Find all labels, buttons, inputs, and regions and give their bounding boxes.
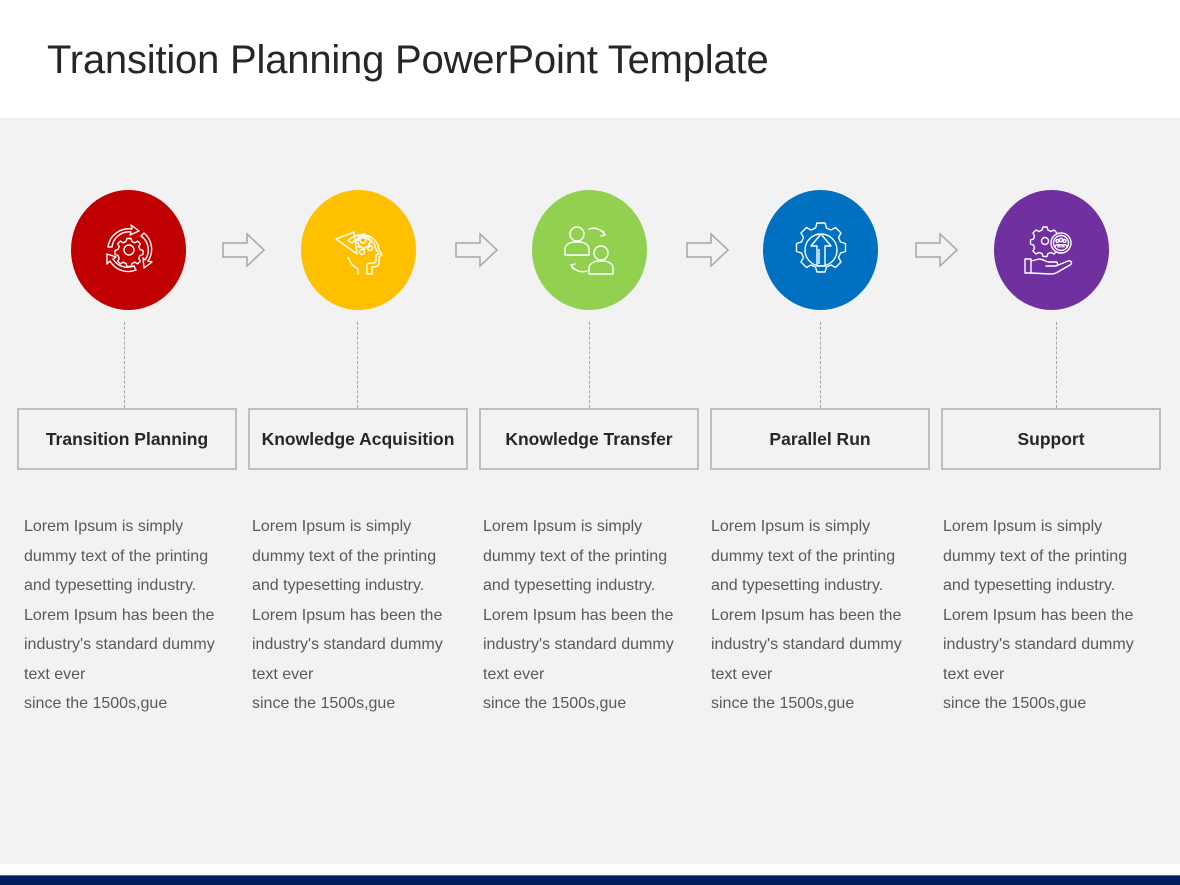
description-line: text ever: [711, 665, 773, 683]
description-line: Lorem Ipsum is simply: [252, 518, 412, 535]
step-2-circle: [301, 190, 416, 310]
step-2-connector: [357, 322, 358, 408]
description-line: and typesetting industry.: [483, 577, 656, 594]
step-1-circle: [71, 190, 186, 310]
flow-arrow-icon: [686, 232, 730, 268]
description-line: text ever: [943, 665, 1005, 683]
description-line: since the 1500s,gue: [711, 695, 855, 712]
description-line: and typesetting industry.: [943, 577, 1116, 594]
description-line: Lorem Ipsum is simply: [483, 518, 643, 535]
description-line: dummy text of the printing: [483, 547, 668, 565]
people-exchange-icon: [563, 226, 614, 275]
flow-arrow-icon: [455, 232, 499, 268]
description-line: industry's standard dummy: [943, 636, 1134, 653]
flow-arrow-icon: [915, 232, 959, 268]
description-line: industry's standard dummy: [483, 636, 674, 653]
footer-bar: [0, 876, 1180, 885]
flow-arrow-icon: [222, 232, 266, 268]
cycle-gear-icon: [105, 224, 153, 273]
description-line: industry's standard dummy: [711, 636, 902, 653]
description-line: since the 1500s,gue: [483, 695, 627, 712]
step-1-description: Lorem Ipsum is simply dummy text of the …: [24, 512, 239, 719]
slide-title: Transition Planning PowerPoint Template: [47, 38, 769, 82]
description-line: since the 1500s,gue: [252, 695, 396, 712]
description-line: dummy text of the printing: [711, 547, 896, 565]
description-line: Lorem Ipsum has been the: [252, 606, 443, 624]
description-line: text ever: [483, 665, 545, 683]
description-line: dummy text of the printing: [943, 547, 1128, 565]
step-5-description: Lorem Ipsum is simply dummy text of the …: [943, 512, 1158, 719]
description-line: text ever: [252, 665, 314, 683]
step-1-label: Transition Planning: [17, 408, 237, 470]
description-line: and typesetting industry.: [711, 577, 884, 594]
description-line: industry's standard dummy: [24, 636, 215, 653]
description-line: dummy text of the printing: [24, 547, 209, 565]
description-line: since the 1500s,gue: [943, 695, 1087, 712]
head-gears-icon: [334, 231, 383, 275]
step-4-connector: [820, 322, 821, 408]
description-line: industry's standard dummy: [252, 636, 443, 653]
description-line: Lorem Ipsum has been the: [943, 606, 1134, 624]
description-line: dummy text of the printing: [252, 547, 437, 565]
step-4-description: Lorem Ipsum is simply dummy text of the …: [711, 512, 926, 719]
step-2-description: Lorem Ipsum is simply dummy text of the …: [252, 512, 467, 719]
step-4-label: Parallel Run: [710, 408, 930, 470]
description-line: Lorem Ipsum has been the: [711, 606, 902, 624]
step-4-circle: [763, 190, 878, 310]
step-3-description: Lorem Ipsum is simply dummy text of the …: [483, 512, 698, 719]
step-3-circle: [532, 190, 647, 310]
step-5-label: Support: [941, 408, 1161, 470]
description-line: and typesetting industry.: [24, 577, 197, 594]
hand-gear-team-icon: [1023, 226, 1072, 275]
description-line: Lorem Ipsum has been the: [483, 606, 674, 624]
description-line: Lorem Ipsum has been the: [24, 606, 215, 624]
description-line: text ever: [24, 665, 86, 683]
step-3-label: Knowledge Transfer: [479, 408, 699, 470]
step-2-label: Knowledge Acquisition: [248, 408, 468, 470]
step-3-connector: [589, 322, 590, 408]
description-line: Lorem Ipsum is simply: [943, 518, 1103, 535]
step-1-connector: [124, 322, 125, 408]
gear-arrow-up-icon: [795, 222, 846, 273]
description-line: since the 1500s,gue: [24, 695, 168, 712]
description-line: and typesetting industry.: [252, 577, 425, 594]
step-5-circle: [994, 190, 1109, 310]
description-line: Lorem Ipsum is simply: [711, 518, 871, 535]
description-line: Lorem Ipsum is simply: [24, 518, 184, 535]
step-5-connector: [1056, 322, 1057, 408]
